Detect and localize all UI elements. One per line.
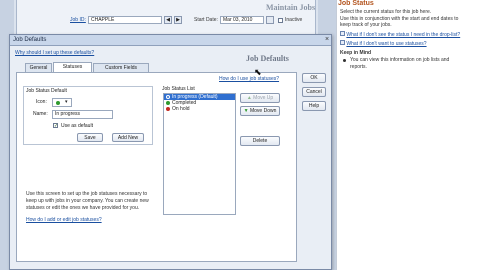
calendar-icon[interactable] xyxy=(266,16,274,24)
how-use-statuses-link[interactable]: How do I use job statuses? xyxy=(219,76,279,82)
info-text-line-1: Use this screen to set up the job status… xyxy=(26,191,148,197)
help-button[interactable]: Help xyxy=(302,101,326,111)
status-list-item-on-hold[interactable]: On hold xyxy=(164,106,235,112)
job-id-label[interactable]: Job ID: xyxy=(70,17,86,23)
arrow-down-icon: ▼ xyxy=(243,108,249,114)
status-color-icon xyxy=(56,101,60,105)
statuses-tab-panel: How do I use job statuses? Job Status De… xyxy=(16,72,297,262)
move-down-button[interactable]: ▼ Move Down xyxy=(240,106,280,116)
delete-button[interactable]: Delete xyxy=(240,136,280,146)
status-list-item-label: On hold xyxy=(172,106,190,112)
add-edit-statuses-link[interactable]: How do I add or edit job statuses? xyxy=(26,217,102,223)
add-new-button[interactable]: Add New xyxy=(112,133,144,142)
help-bullet-2: reports. xyxy=(350,64,367,70)
name-label: Name: xyxy=(33,111,48,117)
job-defaults-dialog: Job Defaults × Why should I set up these… xyxy=(9,34,332,270)
maintain-jobs-title: Maintain Jobs xyxy=(266,3,316,12)
cancel-button[interactable]: Cancel xyxy=(302,87,326,97)
icon-label: Icon: xyxy=(36,99,47,105)
status-list[interactable]: In progress (Default) Completed On hold xyxy=(163,93,236,215)
inactive-checkbox[interactable] xyxy=(278,18,283,23)
green-dot-icon xyxy=(166,101,170,105)
help-intro-1: Select the current status for this job h… xyxy=(340,9,432,15)
icon-dropdown[interactable]: ▾ xyxy=(52,98,72,107)
help-title: Job Status xyxy=(338,0,374,7)
dialog-title-bar[interactable]: Job Defaults × xyxy=(10,35,331,46)
use-as-default-label: Use as default xyxy=(61,123,93,129)
tab-statuses[interactable]: Statuses xyxy=(53,62,92,72)
inactive-label: Inactive xyxy=(285,17,303,23)
bullet-icon xyxy=(343,59,346,62)
question-icon xyxy=(340,40,345,45)
mouse-cursor: ⬉ xyxy=(254,67,262,77)
help-question-2[interactable]: What if I don't want to use statuses? xyxy=(340,40,427,47)
start-date-label: Start Date: xyxy=(194,17,218,23)
ok-button[interactable]: OK xyxy=(302,73,326,83)
info-text-line-2: keep up with jobs in your company. You c… xyxy=(26,198,149,204)
next-job-button[interactable]: ▶ xyxy=(174,16,182,24)
question-icon xyxy=(340,31,345,36)
dialog-heading: Job Defaults xyxy=(246,54,289,63)
chevron-down-icon: ▾ xyxy=(65,99,68,105)
blue-dot-icon xyxy=(166,95,170,99)
use-as-default-checkbox[interactable]: ✓ xyxy=(53,123,58,129)
close-icon[interactable]: × xyxy=(323,36,331,44)
help-question-1-link[interactable]: What if I don't see the status I need in… xyxy=(346,32,460,38)
status-name-input[interactable]: In progress xyxy=(52,110,113,119)
tab-custom-fields[interactable]: Custom Fields xyxy=(93,63,149,72)
save-button[interactable]: Save xyxy=(77,133,103,142)
prev-job-button[interactable]: ◀ xyxy=(164,16,172,24)
help-bullet-1: You can view this information on job lis… xyxy=(350,57,450,63)
help-question-2-link[interactable]: What if I don't want to use statuses? xyxy=(346,41,426,47)
help-question-1[interactable]: What if I don't see the status I need in… xyxy=(340,31,460,38)
info-text: Use this screen to set up the job status… xyxy=(26,191,149,212)
start-date-field[interactable]: Mar 03, 2010 xyxy=(220,16,264,24)
info-text-line-3: statuses or edit the ones we have provid… xyxy=(26,205,140,211)
move-up-button[interactable]: ▲ Move Up xyxy=(240,93,280,103)
tab-general[interactable]: General xyxy=(25,63,52,72)
help-intro-3: keep track of your jobs. xyxy=(340,22,392,28)
dialog-title: Job Defaults xyxy=(13,37,47,43)
status-list-label: Job Status List xyxy=(162,86,195,92)
keep-in-mind-heading: Keep in Mind xyxy=(340,50,372,56)
job-id-field[interactable]: CHAPPLE xyxy=(88,16,162,24)
arrow-up-icon: ▲ xyxy=(246,95,252,101)
why-defaults-link[interactable]: Why should I set up these defaults? xyxy=(15,50,94,56)
red-dot-icon xyxy=(166,107,170,111)
status-default-label: Job Status Default xyxy=(26,88,67,94)
